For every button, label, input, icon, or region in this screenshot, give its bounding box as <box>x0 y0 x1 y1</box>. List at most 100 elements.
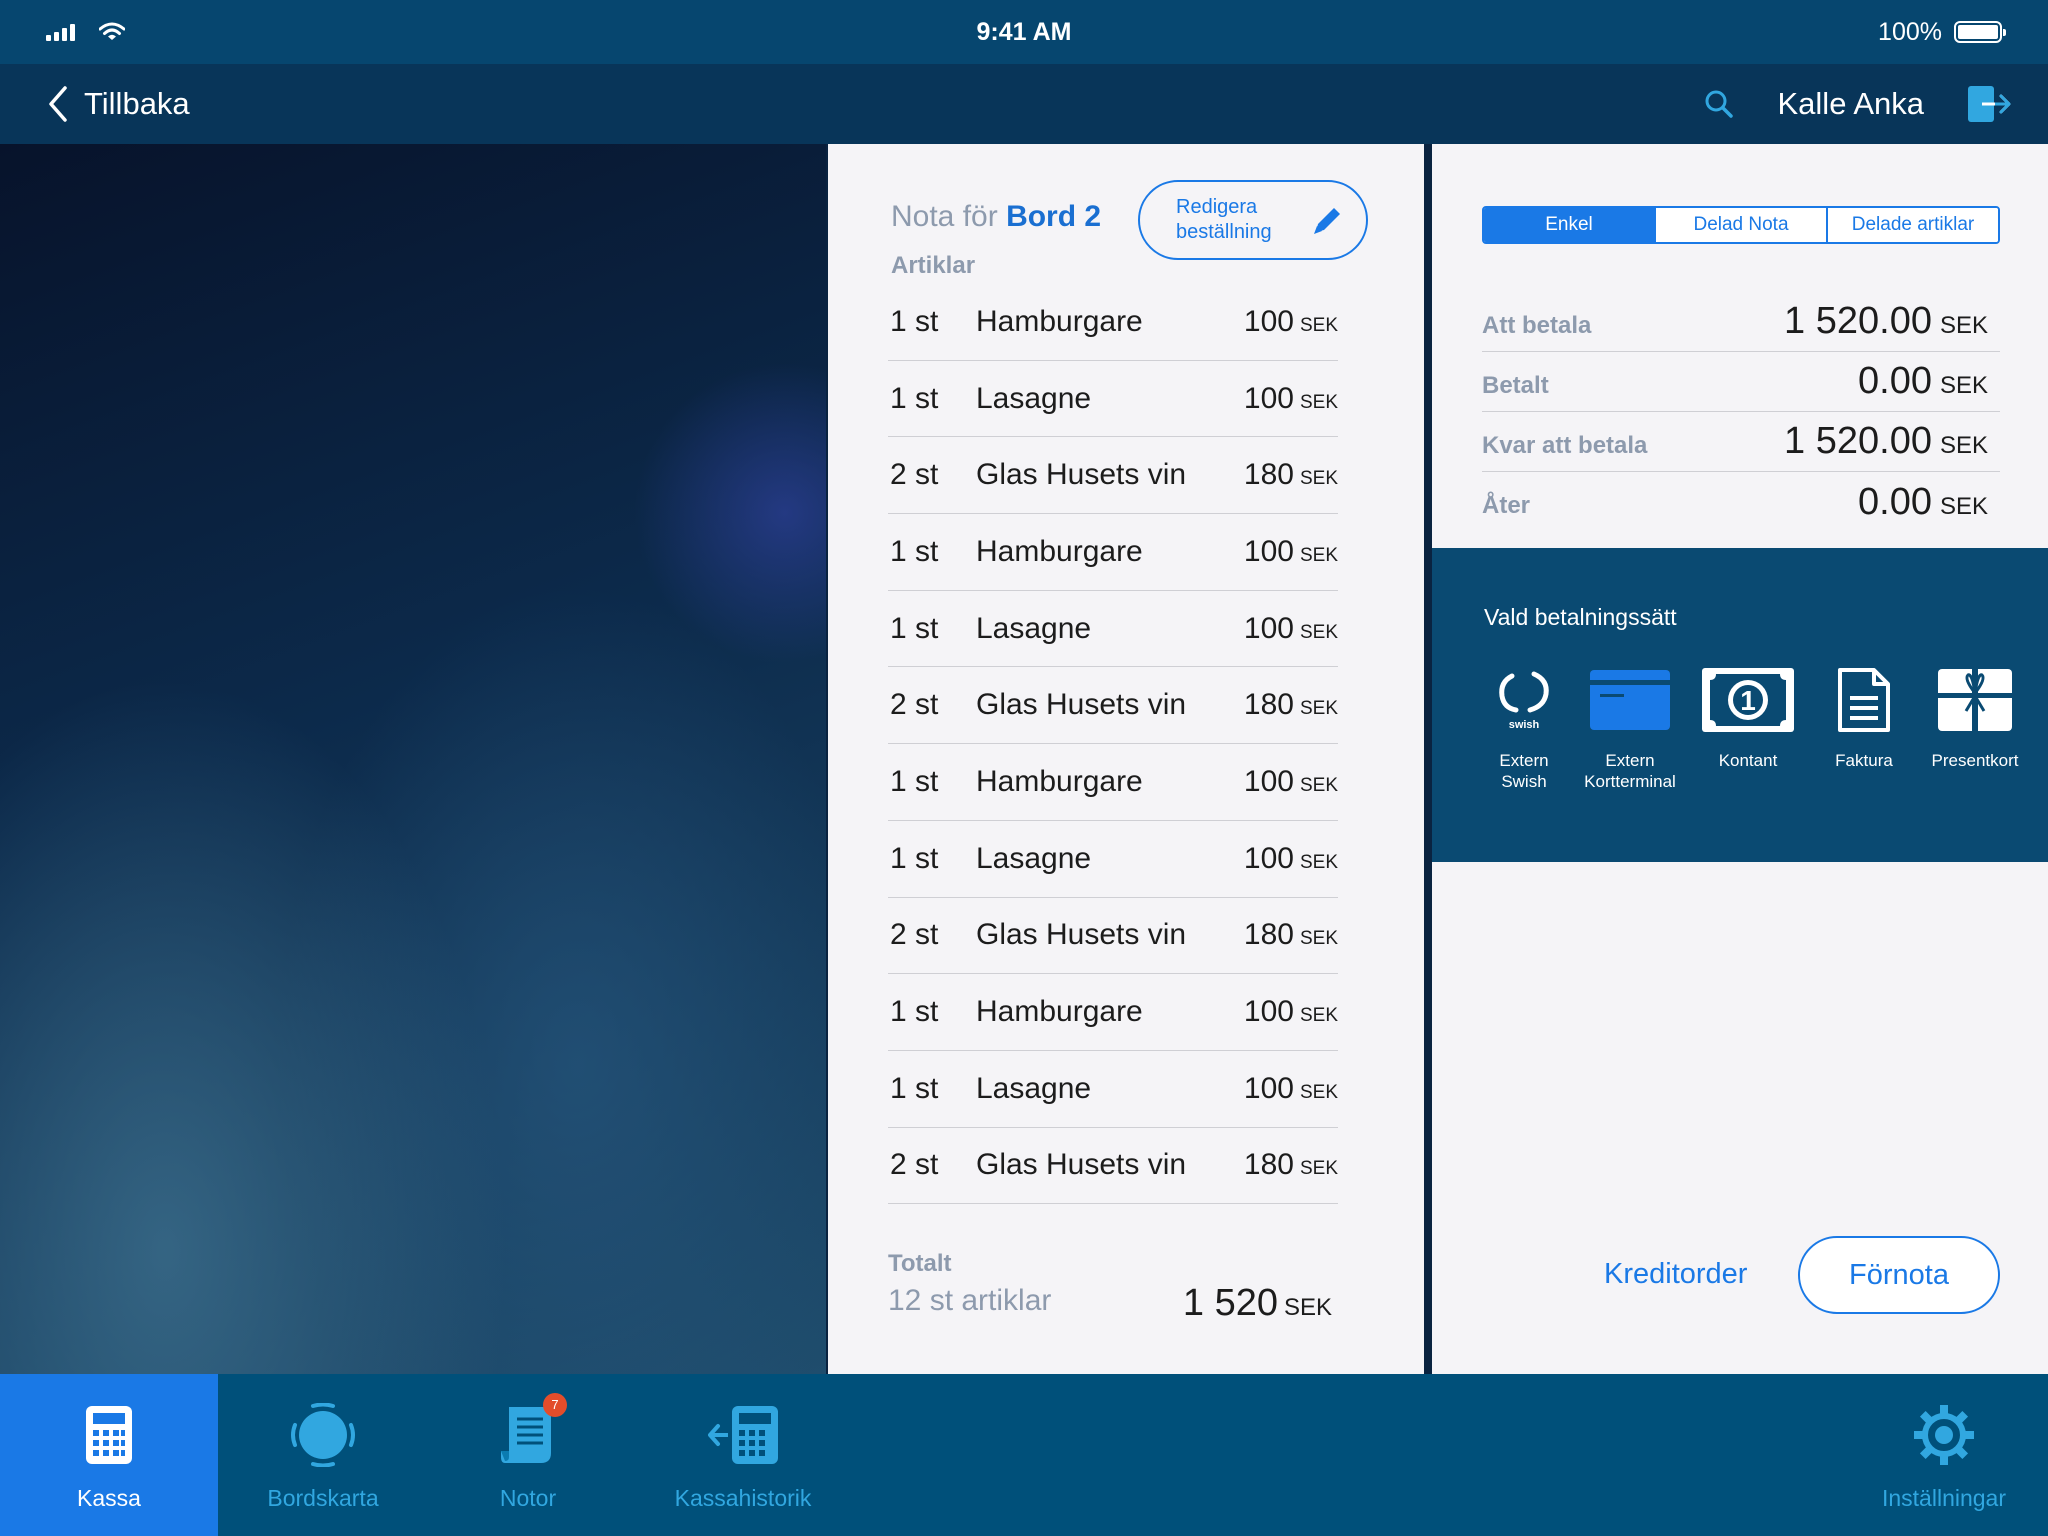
cellular-signal-icon <box>46 23 75 41</box>
item-qty: 1 st <box>890 611 939 645</box>
bill-item-row[interactable]: 1 st Hamburgare 100 SEK <box>888 744 1338 821</box>
navigation-bar: Tillbaka Kalle Anka <box>0 64 2048 144</box>
item-name: Hamburgare <box>976 764 1143 798</box>
item-qty: 1 st <box>890 1071 939 1105</box>
item-currency: SEK <box>1299 1081 1338 1103</box>
total-count: 12 st artiklar <box>888 1284 1052 1317</box>
item-price-value: 100 <box>1243 304 1294 338</box>
item-currency: SEK <box>1299 928 1338 950</box>
item-price: 100 SEK <box>1244 305 1338 339</box>
tab-label: Kassahistorik <box>674 1484 812 1511</box>
bill-item-row[interactable]: 1 st Hamburgare 100 SEK <box>888 284 1338 361</box>
bill-item-row[interactable]: 1 st Lasagne 100 SEK <box>888 821 1338 898</box>
method-faktura[interactable]: Faktura <box>1816 660 1912 792</box>
bill-item-row[interactable]: 1 st Hamburgare 100 SEK <box>888 514 1338 591</box>
pencil-icon <box>1314 208 1340 234</box>
tab-notor[interactable]: 7 Notor <box>428 1374 628 1536</box>
item-price-value: 100 <box>1243 611 1294 645</box>
tab-installningar[interactable]: Inställningar <box>1860 1374 2028 1536</box>
bill-item-row[interactable]: 2 st Glas Husets vin 180 SEK <box>888 667 1338 745</box>
item-name: Glas Husets vin <box>976 688 1187 722</box>
tab-label: Inställningar <box>1881 1484 2007 1511</box>
method-label: Extern Swish <box>1499 751 1549 791</box>
invoice-icon <box>1838 668 1890 732</box>
search-icon[interactable] <box>1704 89 1734 119</box>
bill-item-row[interactable]: 2 st Glas Husets vin 180 SEK <box>888 1128 1338 1205</box>
item-qty: 2 st <box>890 1148 939 1182</box>
bill-item-row[interactable]: 2 st Glas Husets vin 180 SEK <box>888 898 1338 975</box>
tab-bar: Kassa Bordskarta 7 Notor Kassahistorik I… <box>0 1374 2048 1536</box>
segment-delade-artiklar[interactable]: Delade artiklar <box>1826 208 1998 242</box>
summary-label: Betalt <box>1482 371 1549 399</box>
tab-label: Kassa <box>77 1484 141 1511</box>
item-price-value: 100 <box>1243 381 1294 415</box>
item-name: Lasagne <box>976 1071 1092 1105</box>
status-left <box>46 22 246 42</box>
status-bar: 9:41 AM 100% <box>0 0 2048 64</box>
summary-currency: SEK <box>1939 372 1988 399</box>
item-price-value: 180 <box>1243 458 1294 492</box>
item-name: Lasagne <box>976 381 1092 415</box>
summary-label: Åter <box>1482 492 1531 519</box>
logout-icon[interactable] <box>1968 84 2012 124</box>
tab-label: Bordskarta <box>267 1484 379 1511</box>
bill-item-row[interactable]: 1 st Lasagne 100 SEK <box>888 1051 1338 1128</box>
item-qty: 1 st <box>890 841 939 875</box>
segment-enkel[interactable]: Enkel <box>1484 208 1654 242</box>
item-qty: 2 st <box>890 918 939 952</box>
bill-item-row[interactable]: 1 st Lasagne 100 SEK <box>888 361 1338 438</box>
method-extern-swish[interactable]: swish Extern Swish <box>1468 660 1580 792</box>
item-price: 180 SEK <box>1244 918 1338 952</box>
item-qty: 1 st <box>890 995 939 1029</box>
segment-delad-nota[interactable]: Delad Nota <box>1654 208 1826 242</box>
user-name[interactable]: Kalle Anka <box>1778 86 1925 122</box>
card-terminal-icon <box>1590 670 1670 730</box>
item-price: 180 SEK <box>1244 458 1338 492</box>
item-currency: SEK <box>1299 391 1338 413</box>
edit-order-button[interactable]: Redigera beställning <box>1138 180 1368 260</box>
battery-icon <box>1954 21 2006 43</box>
back-button[interactable]: Tillbaka <box>48 86 190 122</box>
method-presentkort[interactable]: Presentkort <box>1912 660 2038 792</box>
tab-kassahistorik[interactable]: Kassahistorik <box>628 1374 858 1536</box>
item-price: 180 SEK <box>1244 688 1338 722</box>
swish-icon: swish <box>1499 671 1549 731</box>
item-price-value: 100 <box>1243 764 1294 798</box>
item-qty: 2 st <box>890 688 939 722</box>
item-currency: SEK <box>1299 774 1338 796</box>
total-amount: 1 520 SEK <box>1183 1282 1332 1325</box>
summary-currency: SEK <box>1939 312 1988 339</box>
item-name: Glas Husets vin <box>976 918 1187 952</box>
item-currency: SEK <box>1299 468 1338 490</box>
tab-kassa[interactable]: Kassa <box>0 1374 218 1536</box>
gear-icon <box>1914 1404 1974 1465</box>
summary-amount: 0.00 <box>1858 480 1932 523</box>
item-price: 100 SEK <box>1244 995 1338 1029</box>
item-price: 100 SEK <box>1244 765 1338 799</box>
cash-icon: 1 <box>1702 668 1794 732</box>
item-currency: SEK <box>1299 1158 1338 1180</box>
summary-row: Att betala 1 520.00 SEK <box>1482 292 2000 352</box>
summary-value: 1 520.00 SEK <box>1784 420 2000 463</box>
summary-currency: SEK <box>1939 432 1988 459</box>
bill-item-row[interactable]: 1 st Lasagne 100 SEK <box>888 591 1338 668</box>
nav-right: Kalle Anka <box>1704 84 2013 124</box>
method-extern-kortterminal[interactable]: Extern Kortterminal <box>1580 660 1680 792</box>
item-name: Lasagne <box>976 611 1092 645</box>
method-kontant[interactable]: 1 Kontant <box>1680 660 1816 792</box>
table-name: Bord 2 <box>1006 200 1102 233</box>
bill-item-row[interactable]: 1 st Hamburgare 100 SEK <box>888 974 1338 1051</box>
tab-bordskarta[interactable]: Bordskarta <box>218 1374 428 1536</box>
wifi-icon <box>99 22 125 40</box>
summary-label: Kvar att betala <box>1482 431 1648 459</box>
method-label: Presentkort <box>1931 751 2019 770</box>
credit-order-link[interactable]: Kreditorder <box>1604 1258 1747 1291</box>
total-label: Totalt <box>888 1250 952 1277</box>
item-price-value: 180 <box>1243 1148 1294 1182</box>
item-price: 100 SEK <box>1244 535 1338 569</box>
item-price-value: 100 <box>1243 534 1294 568</box>
item-currency: SEK <box>1299 621 1338 643</box>
bill-item-row[interactable]: 2 st Glas Husets vin 180 SEK <box>888 437 1338 515</box>
prebill-button[interactable]: Förnota <box>1798 1236 2000 1314</box>
summary-value: 0.00 SEK <box>1858 360 2000 403</box>
